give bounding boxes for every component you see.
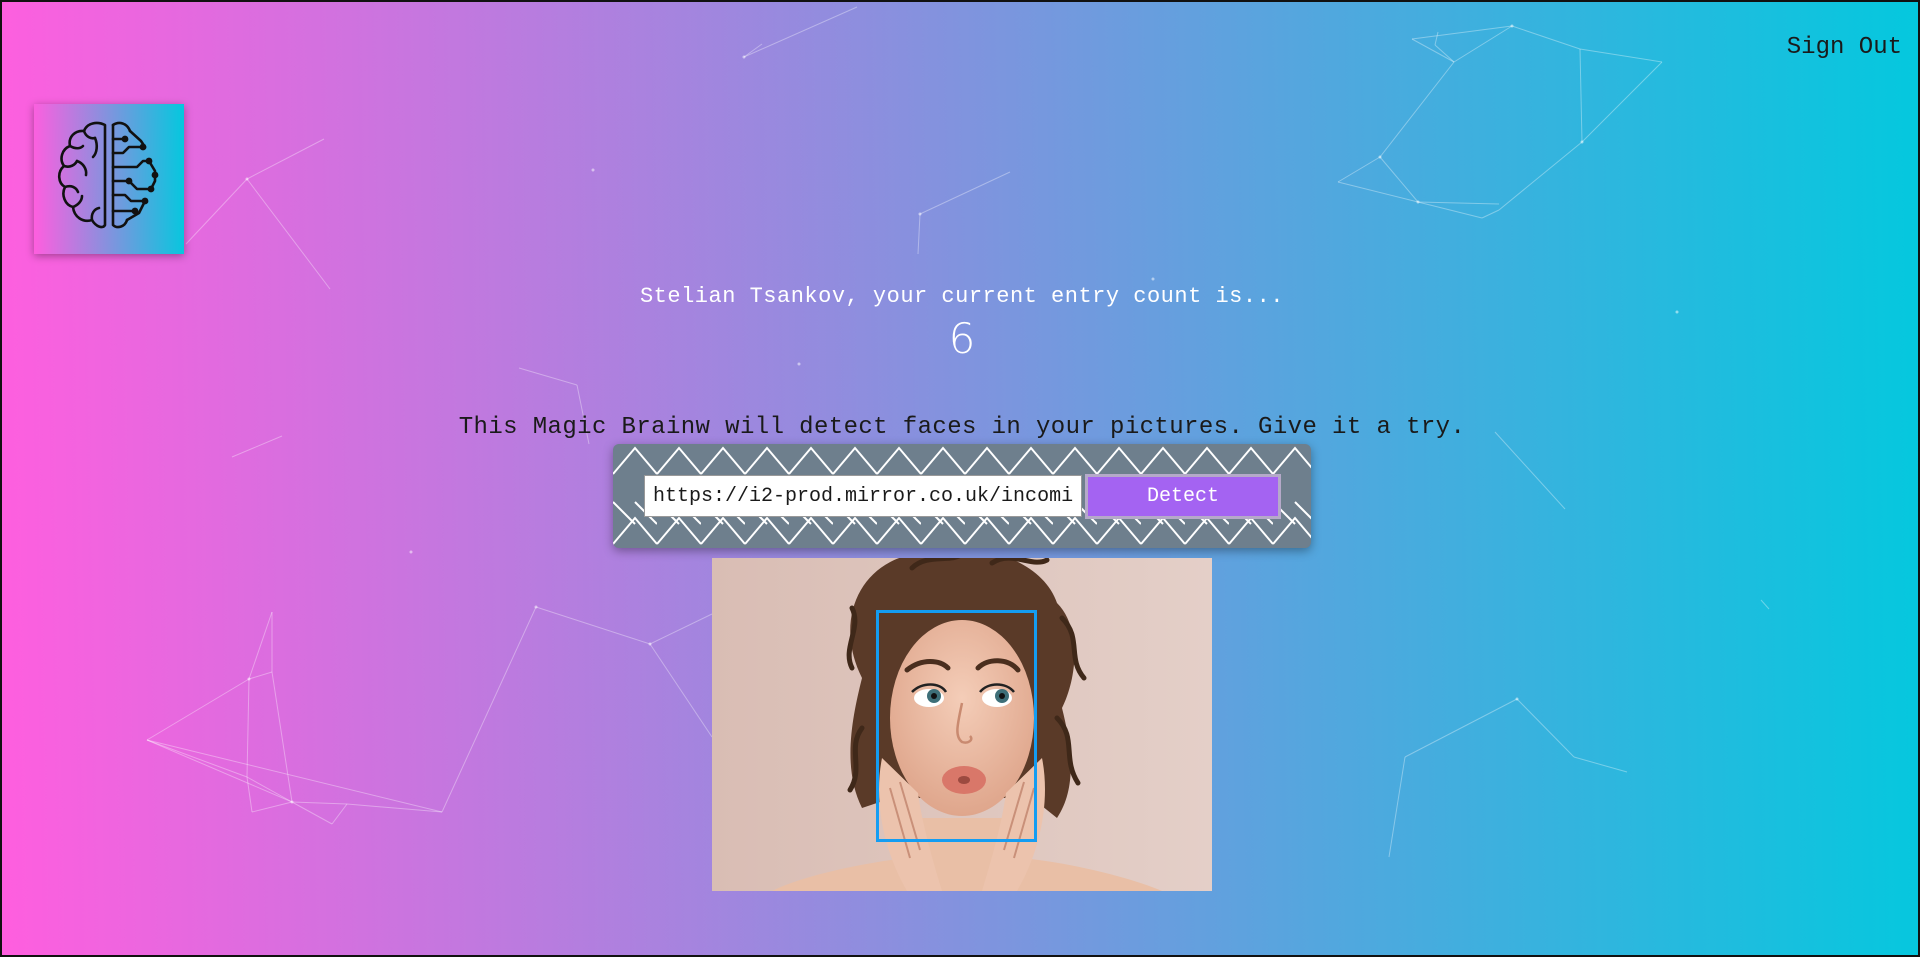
face-recognition-image: [712, 558, 1212, 891]
sign-out-link[interactable]: Sign Out: [1787, 34, 1902, 61]
brain-circuit-icon: [57, 121, 159, 229]
entry-count-message: Stelian Tsankov, your current entry coun…: [639, 284, 1284, 309]
app-root: { "nav": { "sign_out_label": "Sign Out" …: [0, 0, 1920, 957]
entry-count-value: 6: [948, 314, 976, 363]
image-url-input[interactable]: [644, 475, 1082, 517]
intro-text: This Magic Brainw will detect faces in y…: [458, 414, 1466, 441]
logo-tile: [34, 104, 184, 254]
face-bounding-box: [876, 610, 1037, 842]
detect-button[interactable]: Detect: [1085, 474, 1281, 519]
image-link-form: Detect: [613, 444, 1311, 548]
